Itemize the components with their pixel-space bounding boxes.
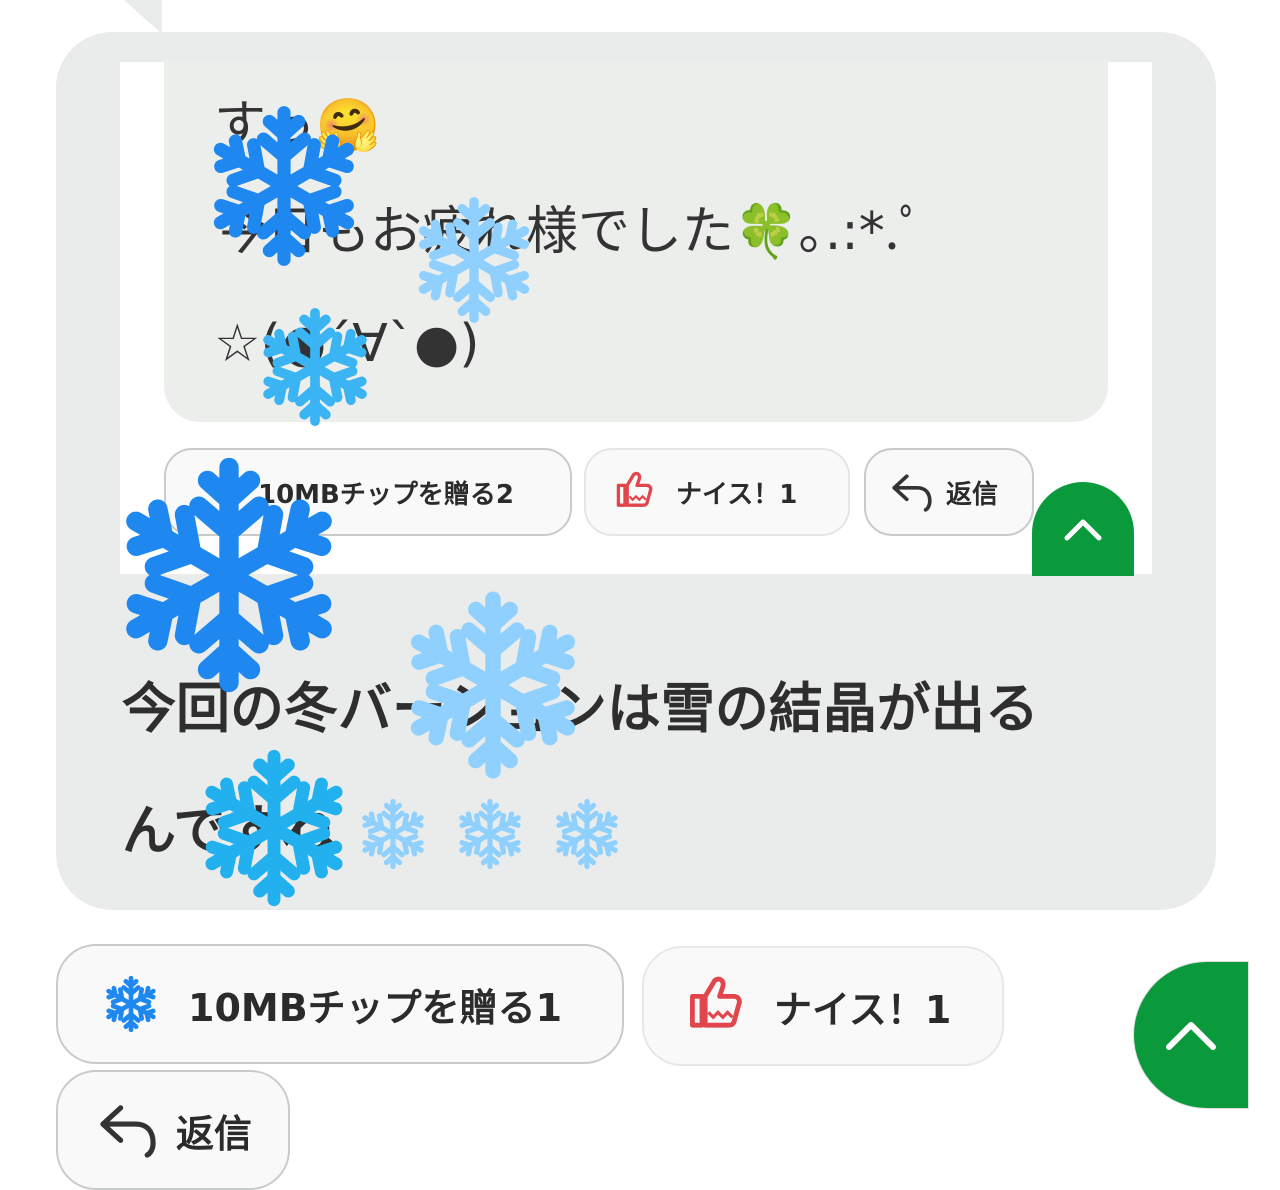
quoted-line-1: すっ🤗 <box>214 96 381 156</box>
quoted-tip-label: 10MBチップを贈る2 <box>258 479 514 510</box>
snowflake-emoji-icon <box>354 795 432 873</box>
reply-arrow-icon <box>94 1099 162 1161</box>
quoted-reply-button[interactable]: 返信 <box>864 448 1034 536</box>
nice-button[interactable]: ナイス！1 <box>642 946 1004 1066</box>
reply-button[interactable]: 返信 <box>56 1070 290 1190</box>
quoted-line-2: 今日もお疲れ様でした🍀｡.:*.ﾟ <box>214 202 926 262</box>
tip-button[interactable]: 10MBチップを贈る1 <box>56 944 624 1064</box>
message-line-1: 今回の冬バージョンは雪の結晶が出る <box>122 677 1039 740</box>
quoted-tip-button[interactable]: 10MBチップを贈る2 <box>164 448 572 536</box>
scroll-top-button-large[interactable] <box>1134 962 1248 1108</box>
scroll-top-button[interactable] <box>1032 482 1134 576</box>
snowflake-emoji-icon <box>451 795 529 873</box>
chevron-up-icon <box>1166 1022 1216 1050</box>
message-line-2-text: んですね <box>122 799 336 862</box>
quoted-nice-label: ナイス！1 <box>676 479 798 510</box>
quoted-reply-label: 返信 <box>946 479 999 510</box>
thumbs-up-icon <box>614 470 658 514</box>
reply-label: 返信 <box>176 1111 253 1156</box>
thumbs-up-icon <box>686 974 750 1038</box>
snowflake-icon <box>100 973 162 1035</box>
quoted-message-card[interactable]: すっ🤗 今日もお疲れ様でした🍀｡.:*.ﾟ ☆(●´∀`●) 10MBチップを贈… <box>120 62 1152 574</box>
quoted-line-3: ☆(●´∀`●) <box>214 314 480 374</box>
quoted-nice-button[interactable]: ナイス！1 <box>584 448 850 536</box>
message-line-2: んですね <box>122 786 626 873</box>
chevron-up-icon <box>1064 519 1102 541</box>
snowflake-emoji-icon <box>548 795 626 873</box>
speech-tail <box>124 0 162 34</box>
quoted-message-text-box: すっ🤗 今日もお疲れ様でした🍀｡.:*.ﾟ ☆(●´∀`●) <box>164 62 1108 422</box>
reply-arrow-icon <box>888 470 936 514</box>
nice-label: ナイス！1 <box>774 987 952 1032</box>
tip-label: 10MBチップを贈る1 <box>188 985 563 1030</box>
